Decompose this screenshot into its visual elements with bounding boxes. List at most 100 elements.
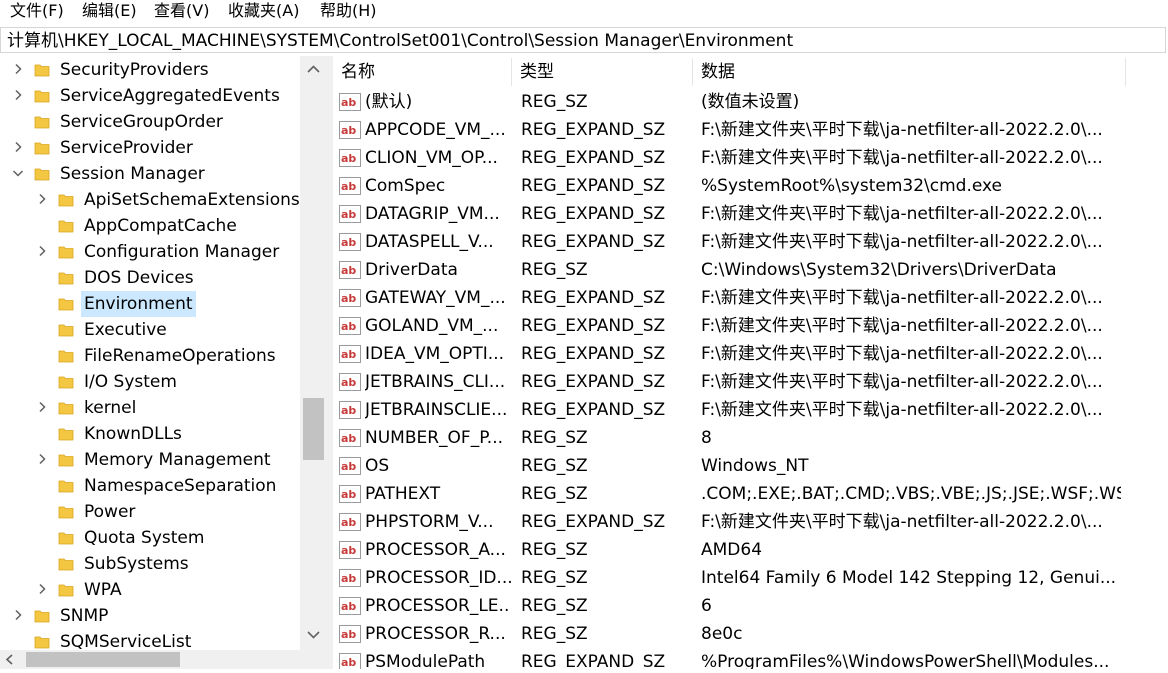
scroll-thumb-horizontal[interactable] xyxy=(26,652,180,667)
tree-node[interactable]: AppCompatCache xyxy=(0,213,300,239)
scroll-down-icon[interactable] xyxy=(300,622,327,648)
table-row[interactable]: ab PSModulePath REG_EXPAND_SZ %ProgramFiles… xyxy=(333,648,1168,669)
cell-data: 6 xyxy=(701,596,712,616)
table-row[interactable]: ab IDEA_VM_OPTI... REG_EXPAND_SZ F:\新建文件夹\平… xyxy=(333,340,1168,368)
table-row[interactable]: ab PHPSTORM_V... REG_EXPAND_SZ F:\新建文件夹\平时下… xyxy=(333,508,1168,536)
tree-vertical-scrollbar[interactable] xyxy=(300,56,327,650)
tree-node[interactable]: ServiceAggregatedEvents xyxy=(0,83,300,109)
tree-node[interactable]: ServiceProvider xyxy=(0,135,300,161)
svg-text:ab: ab xyxy=(341,600,356,613)
cell-type: REG_SZ xyxy=(521,568,588,588)
cell-data: 8 xyxy=(701,428,712,448)
string-value-icon: ab xyxy=(339,513,361,531)
menu-help[interactable]: 帮助(H) xyxy=(318,0,379,22)
chevron-right-icon[interactable] xyxy=(34,399,50,415)
table-row[interactable]: ab DriverData REG_SZ C:\Windows\System32\Dr… xyxy=(333,256,1168,284)
table-row[interactable]: ab PROCESSOR_A... REG_SZ AMD64 xyxy=(333,536,1168,564)
chevron-right-icon[interactable] xyxy=(10,607,26,623)
menu-edit[interactable]: 编辑(E) xyxy=(80,0,139,22)
chevron-right-icon[interactable] xyxy=(34,581,50,597)
tree-node[interactable]: Environment xyxy=(0,291,300,317)
cell-data: F:\新建文件夹\平时下载\ja-netfilter-all-2022.2.0\… xyxy=(701,288,1103,308)
table-row[interactable]: ab PATHEXT REG_SZ .COM;.EXE;.BAT;.CMD;.VBS;… xyxy=(333,480,1168,508)
chevron-right-icon[interactable] xyxy=(34,451,50,467)
table-row[interactable]: ab JETBRAINS_CLI... REG_EXPAND_SZ F:\新建文件夹\… xyxy=(333,368,1168,396)
cell-name: OS xyxy=(365,456,390,476)
folder-icon xyxy=(58,192,74,208)
table-row[interactable]: ab APPCODE_VM_... REG_EXPAND_SZ F:\新建文件夹\平时… xyxy=(333,116,1168,144)
chevron-right-icon[interactable] xyxy=(10,87,26,103)
menu-file[interactable]: 文件(F) xyxy=(8,0,66,22)
tree-node[interactable]: Configuration Manager xyxy=(0,239,300,265)
table-row[interactable]: ab DATAGRIP_VM... REG_EXPAND_SZ F:\新建文件夹\平时… xyxy=(333,200,1168,228)
folder-icon xyxy=(34,88,50,104)
string-value-icon: ab xyxy=(339,625,361,643)
table-row[interactable]: ab DATASPELL_V... REG_EXPAND_SZ F:\新建文件夹\平时… xyxy=(333,228,1168,256)
tree-node[interactable]: FileRenameOperations xyxy=(0,343,300,369)
scroll-thumb[interactable] xyxy=(303,398,324,460)
svg-text:ab: ab xyxy=(341,544,356,557)
cell-type: REG_EXPAND_SZ xyxy=(521,372,666,392)
tree-node[interactable]: Executive xyxy=(0,317,300,343)
scroll-left-icon[interactable] xyxy=(0,650,20,669)
tree-node-label: Executive xyxy=(84,320,167,340)
column-type[interactable]: 类型 xyxy=(512,56,692,88)
chevron-right-icon[interactable] xyxy=(34,243,50,259)
folder-icon xyxy=(58,400,74,416)
tree-node-label: WPA xyxy=(84,580,122,600)
tree-node[interactable]: KnownDLLs xyxy=(0,421,300,447)
address-bar[interactable]: 计算机\HKEY_LOCAL_MACHINE\SYSTEM\ControlSet… xyxy=(0,27,1166,53)
svg-text:ab: ab xyxy=(341,236,356,249)
svg-text:ab: ab xyxy=(341,320,356,333)
table-row[interactable]: ab ComSpec REG_EXPAND_SZ %SystemRoot%\syste… xyxy=(333,172,1168,200)
table-row[interactable]: ab (默认) REG_SZ (数值未设置) xyxy=(333,88,1168,116)
tree-node[interactable]: DOS Devices xyxy=(0,265,300,291)
tree-node[interactable]: SNMP xyxy=(0,603,300,629)
table-row[interactable]: ab PROCESSOR_LE... REG_SZ 6 xyxy=(333,592,1168,620)
cell-name: PSModulePath xyxy=(365,652,486,669)
svg-text:ab: ab xyxy=(341,376,356,389)
tree-node[interactable]: ServiceGroupOrder xyxy=(0,109,300,135)
chevron-right-icon[interactable] xyxy=(10,61,26,77)
chevron-right-icon[interactable] xyxy=(10,139,26,155)
folder-icon xyxy=(34,608,50,624)
table-row[interactable]: ab PROCESSOR_R... REG_SZ 8e0c xyxy=(333,620,1168,648)
tree-node[interactable]: Power xyxy=(0,499,300,525)
svg-text:ab: ab xyxy=(341,488,356,501)
tree-horizontal-scrollbar[interactable] xyxy=(0,650,327,669)
table-row[interactable]: ab GATEWAY_VM_... REG_EXPAND_SZ F:\新建文件夹\平时… xyxy=(333,284,1168,312)
svg-text:ab: ab xyxy=(341,656,356,669)
tree-node[interactable]: SecurityProviders xyxy=(0,57,300,83)
tree-node[interactable]: WPA xyxy=(0,577,300,603)
menu-favorites[interactable]: 收藏夹(A) xyxy=(226,0,301,22)
scroll-up-icon[interactable] xyxy=(300,56,327,82)
tree-node[interactable]: Quota System xyxy=(0,525,300,551)
table-row[interactable]: ab NUMBER_OF_P... REG_SZ 8 xyxy=(333,424,1168,452)
cell-data: %ProgramFiles%\WindowsPowerShell\Modules… xyxy=(701,652,1110,669)
cell-type: REG_EXPAND_SZ xyxy=(521,232,666,252)
tree-node[interactable]: kernel xyxy=(0,395,300,421)
table-row[interactable]: ab JETBRAINSCLIE... REG_EXPAND_SZ F:\新建文件夹\… xyxy=(333,396,1168,424)
table-row[interactable]: ab PROCESSOR_ID... REG_SZ Intel64 Family 6 … xyxy=(333,564,1168,592)
column-data[interactable]: 数据 xyxy=(693,56,1125,88)
tree-node[interactable]: I/O System xyxy=(0,369,300,395)
string-value-icon: ab xyxy=(339,429,361,447)
cell-type: REG_EXPAND_SZ xyxy=(521,288,666,308)
tree-node-label: kernel xyxy=(84,398,137,418)
column-divider[interactable] xyxy=(1125,58,1126,86)
tree-node[interactable]: ApiSetSchemaExtensions xyxy=(0,187,300,213)
chevron-right-icon[interactable] xyxy=(34,191,50,207)
tree-node[interactable]: NamespaceSeparation xyxy=(0,473,300,499)
cell-name: ComSpec xyxy=(365,176,446,196)
cell-name: APPCODE_VM_... xyxy=(365,120,506,140)
menu-view[interactable]: 查看(V) xyxy=(152,0,211,22)
tree-node[interactable]: Session Manager xyxy=(0,161,300,187)
table-row[interactable]: ab OS REG_SZ Windows_NT xyxy=(333,452,1168,480)
chevron-down-icon[interactable] xyxy=(10,165,26,181)
column-name[interactable]: 名称 xyxy=(333,56,511,88)
tree-node[interactable]: SubSystems xyxy=(0,551,300,577)
table-row[interactable]: ab GOLAND_VM_... REG_EXPAND_SZ F:\新建文件夹\平时下… xyxy=(333,312,1168,340)
tree-node[interactable]: Memory Management xyxy=(0,447,300,473)
table-row[interactable]: ab CLION_VM_OP... REG_EXPAND_SZ F:\新建文件夹\平时… xyxy=(333,144,1168,172)
cell-type: REG_EXPAND_SZ xyxy=(521,344,666,364)
